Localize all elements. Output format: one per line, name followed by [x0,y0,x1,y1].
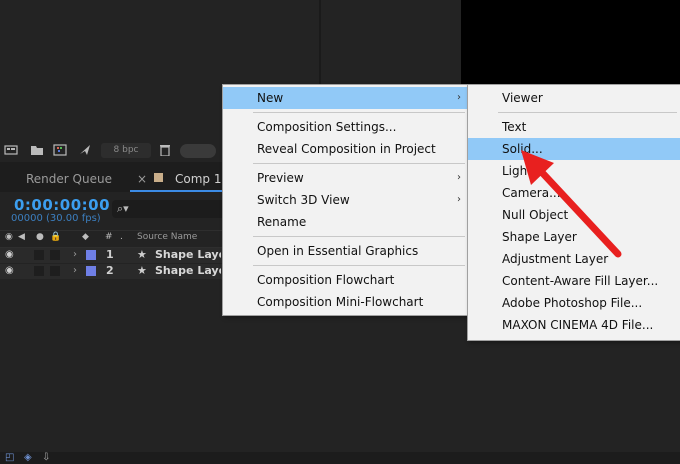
lock-icon[interactable]: 🔒 [50,232,61,242]
solo-toggle[interactable] [50,266,60,276]
menu-item-content-aware-fill-layer[interactable]: Content-Aware Fill Layer... [468,270,680,292]
menu-item-viewer[interactable]: Viewer [468,87,680,109]
trash-icon[interactable] [158,144,172,156]
search-icon: ⌕▾ [117,202,129,215]
solo-switch-icon[interactable]: ● [36,232,44,242]
menu-item-new[interactable]: New › [223,87,469,109]
tab-comp-1[interactable]: Comp 1 [175,172,221,186]
render-icon[interactable]: ◈ [24,452,32,463]
layer-row[interactable]: ◉ › 1 ★ Shape Layer 1 [0,248,222,263]
eye-icon[interactable]: ◉ [5,265,14,276]
layer-name[interactable]: Shape Layer 2 [155,264,221,277]
composition-icon[interactable] [53,144,67,156]
layer-name[interactable]: Shape Layer 1 [155,248,221,261]
interpret-footage-icon[interactable] [4,144,18,156]
chevron-right-icon: › [457,194,461,205]
audio-toggle[interactable] [34,250,44,260]
menu-separator [253,112,465,113]
menu-item-photoshop-file[interactable]: Adobe Photoshop File... [468,292,680,314]
layer-number: 2 [106,264,114,277]
context-menu: New › Composition Settings... Reveal Comp… [222,84,470,316]
star-icon: ★ [137,248,147,261]
menu-item-composition-mini-flowchart[interactable]: Composition Mini-Flowchart [223,291,469,313]
solo-toggle[interactable] [50,250,60,260]
chevron-right-icon[interactable]: › [73,249,77,260]
column-dot: . [120,232,123,242]
source-name-header[interactable]: Source Name [137,232,197,242]
composition-icon[interactable]: ◰ [5,452,14,463]
audio-switch-icon[interactable]: ◀ [18,232,25,242]
label-icon[interactable]: ◆ [82,232,89,242]
layer-number: 1 [106,248,114,261]
active-tab-indicator [130,190,222,192]
menu-item-solid[interactable]: Solid... [468,138,680,160]
menu-item-text[interactable]: Text [468,116,680,138]
chevron-right-icon[interactable]: › [73,265,77,276]
close-icon[interactable]: × [137,172,147,186]
arrow-down-icon[interactable]: ⇩ [42,452,50,463]
menu-separator [253,163,465,164]
menu-item-composition-settings[interactable]: Composition Settings... [223,116,469,138]
menu-separator [253,236,465,237]
toggle-pill[interactable] [180,144,216,158]
chevron-right-icon: › [457,92,461,103]
chevron-right-icon: › [457,172,461,183]
menu-item-null-object[interactable]: Null Object [468,204,680,226]
menu-item-reveal-composition[interactable]: Reveal Composition in Project [223,138,469,160]
menu-item-adjustment-layer[interactable]: Adjustment Layer [468,248,680,270]
layer-label-color[interactable] [86,250,96,260]
video-switch-icon[interactable]: ◉ [5,232,13,242]
frame-count-display: 00000 (30.00 fps) [11,213,101,224]
menu-item-light[interactable]: Light... [468,160,680,182]
menu-item-switch-3d-view[interactable]: Switch 3D View › [223,189,469,211]
menu-item-rename[interactable]: Rename [223,211,469,233]
project-toolbar: 8 bpc [0,140,222,162]
layer-number-header: # [105,232,113,242]
new-submenu: Viewer Text Solid... Light... Camera... … [467,84,680,341]
menu-item-composition-flowchart[interactable]: Composition Flowchart [223,269,469,291]
folder-icon[interactable] [30,144,44,156]
eye-icon[interactable]: ◉ [5,249,14,260]
menu-item-essential-graphics[interactable]: Open in Essential Graphics [223,240,469,262]
menu-item-cinema-4d-file[interactable]: MAXON CINEMA 4D File... [468,314,680,336]
tab-render-queue[interactable]: Render Queue [26,172,112,186]
bit-depth-button[interactable]: 8 bpc [101,143,151,158]
menu-item-camera[interactable]: Camera... [468,182,680,204]
menu-separator [498,112,677,113]
menu-separator [253,265,465,266]
layer-row[interactable]: ◉ › 2 ★ Shape Layer 2 [0,264,222,279]
current-time-display[interactable]: 0:00:00:00 [14,196,110,214]
layer-label-color[interactable] [86,266,96,276]
flowchart-icon[interactable] [78,144,92,156]
comp-color-swatch [154,173,163,182]
star-icon: ★ [137,264,147,277]
menu-item-preview[interactable]: Preview › [223,167,469,189]
audio-toggle[interactable] [34,266,44,276]
timeline-footer [0,452,680,464]
menu-item-shape-layer[interactable]: Shape Layer [468,226,680,248]
